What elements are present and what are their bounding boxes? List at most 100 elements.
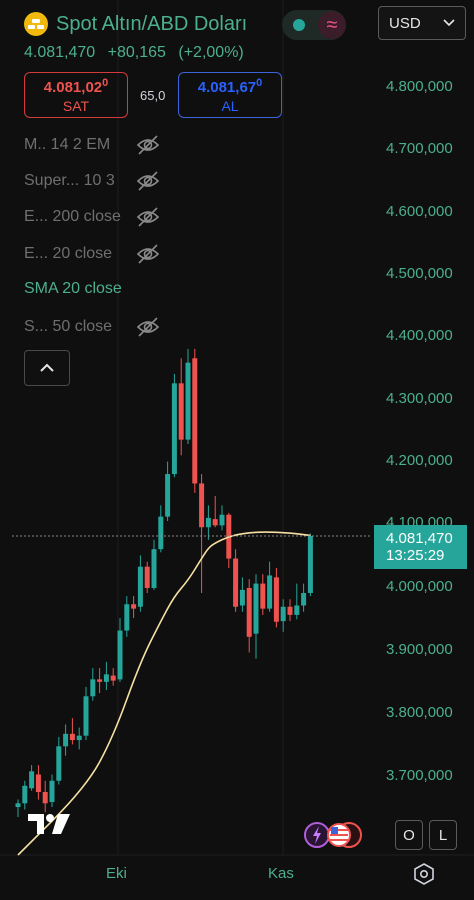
candle bbox=[103, 661, 109, 691]
eye-off-icon[interactable] bbox=[136, 316, 160, 338]
gold-bar-icon bbox=[24, 12, 48, 36]
candle-body bbox=[260, 583, 266, 609]
candle bbox=[29, 765, 35, 791]
price-axis-label: 4.600,000 bbox=[386, 203, 453, 220]
currency-select[interactable]: USD bbox=[378, 6, 466, 40]
price-summary: 4.081,470 +80,165 (+2,00%) bbox=[24, 44, 244, 62]
last-price-value: 4.081,470 bbox=[386, 530, 453, 547]
price-axis-label: 3.900,000 bbox=[386, 641, 453, 658]
candle-body bbox=[165, 474, 171, 517]
candle-body bbox=[151, 549, 157, 588]
market-status-pill[interactable]: ≈ bbox=[282, 10, 346, 40]
eye-off-icon[interactable] bbox=[136, 170, 160, 192]
candle-body bbox=[233, 558, 239, 607]
candle bbox=[15, 799, 21, 818]
chevron-down-icon bbox=[443, 19, 455, 27]
candle-body bbox=[267, 575, 273, 609]
l-button[interactable]: L bbox=[429, 820, 457, 850]
candle-body bbox=[63, 733, 69, 747]
last-price-tag: 4.081,470 13:25:29 bbox=[374, 525, 467, 569]
candle bbox=[280, 599, 286, 632]
indicator-item[interactable]: SMA 20 close bbox=[24, 280, 122, 298]
candle-body bbox=[15, 803, 21, 808]
candle bbox=[137, 555, 143, 612]
price-axis-label: 4.700,000 bbox=[386, 140, 453, 157]
price-axis-label: 4.300,000 bbox=[386, 390, 453, 407]
bar-countdown: 13:25:29 bbox=[386, 547, 445, 564]
candle bbox=[246, 579, 252, 653]
candle-body bbox=[280, 606, 286, 622]
settings-hex-icon[interactable] bbox=[412, 862, 436, 886]
price-axis-label: 3.700,000 bbox=[386, 767, 453, 784]
candle-body bbox=[178, 383, 184, 440]
candle-body bbox=[131, 604, 137, 609]
price-axis-label: 4.800,000 bbox=[386, 78, 453, 95]
candle-body bbox=[42, 792, 48, 804]
indicator-item[interactable]: E... 20 close bbox=[24, 243, 160, 265]
candle-body bbox=[137, 566, 143, 607]
candle bbox=[294, 583, 300, 620]
candle bbox=[76, 727, 82, 750]
candle-body bbox=[35, 774, 41, 793]
change-abs: +80,165 bbox=[107, 44, 166, 61]
candle-body bbox=[144, 566, 150, 588]
collapse-legend-button[interactable] bbox=[24, 350, 70, 386]
candle bbox=[131, 596, 137, 619]
candle bbox=[97, 668, 103, 694]
candle bbox=[212, 495, 218, 528]
candle-body bbox=[117, 630, 123, 680]
o-button[interactable]: O bbox=[395, 820, 423, 850]
candle bbox=[35, 765, 41, 800]
candle bbox=[287, 599, 293, 622]
candle bbox=[273, 567, 279, 628]
candle-body bbox=[239, 589, 245, 606]
chevron-up-icon bbox=[40, 363, 54, 372]
symbol-title-row[interactable]: Spot Altın/ABD Doları bbox=[24, 10, 247, 38]
candle-body bbox=[171, 383, 177, 475]
candle-body bbox=[294, 605, 300, 615]
buy-price-sup: 0 bbox=[256, 76, 263, 89]
candle-body bbox=[110, 675, 116, 681]
candle-body bbox=[83, 696, 89, 736]
price-axis-label: 4.200,000 bbox=[386, 452, 453, 469]
time-axis-label: Kas bbox=[268, 865, 294, 882]
eye-off-icon[interactable] bbox=[136, 134, 160, 156]
candle-body bbox=[253, 583, 259, 634]
candle bbox=[253, 574, 259, 659]
price-axis-label: 4.500,000 bbox=[386, 265, 453, 282]
indicator-item[interactable]: M.. 14 2 EM bbox=[24, 134, 160, 156]
candle bbox=[178, 358, 184, 456]
indicator-item[interactable]: S... 50 close bbox=[24, 316, 160, 338]
events-flags-icon[interactable] bbox=[302, 820, 364, 850]
current-price: 4.081,470 bbox=[24, 44, 96, 61]
candle bbox=[205, 505, 211, 540]
candle-body bbox=[22, 785, 28, 804]
indicator-label: SMA 20 close bbox=[24, 280, 122, 297]
candle bbox=[83, 686, 89, 741]
candle bbox=[233, 549, 239, 612]
market-open-dot-icon bbox=[293, 19, 305, 31]
tradingview-logo[interactable] bbox=[28, 812, 72, 843]
candle-body bbox=[199, 483, 205, 528]
sell-price: 4.081,02 bbox=[43, 78, 103, 96]
candle-body bbox=[212, 519, 218, 526]
eye-off-icon[interactable] bbox=[136, 206, 160, 228]
buy-button[interactable]: 4.081,670 AL bbox=[178, 72, 282, 118]
candle-body bbox=[69, 733, 75, 741]
candle bbox=[124, 596, 130, 637]
candle bbox=[110, 668, 116, 686]
indicator-label: S... 50 close bbox=[24, 318, 113, 335]
candle-body bbox=[56, 746, 62, 781]
indicator-item[interactable]: Super... 10 3 bbox=[24, 170, 160, 192]
candle-body bbox=[49, 780, 55, 803]
candle bbox=[260, 574, 266, 615]
eye-off-icon[interactable] bbox=[136, 243, 160, 265]
candle bbox=[192, 348, 198, 493]
candle bbox=[90, 668, 96, 701]
sell-button[interactable]: 4.081,020 SAT bbox=[24, 72, 128, 118]
indicator-item[interactable]: E... 200 close bbox=[24, 206, 160, 228]
wave-icon[interactable]: ≈ bbox=[318, 11, 346, 39]
candle bbox=[171, 373, 177, 478]
candle bbox=[22, 780, 28, 810]
candle bbox=[165, 461, 171, 522]
